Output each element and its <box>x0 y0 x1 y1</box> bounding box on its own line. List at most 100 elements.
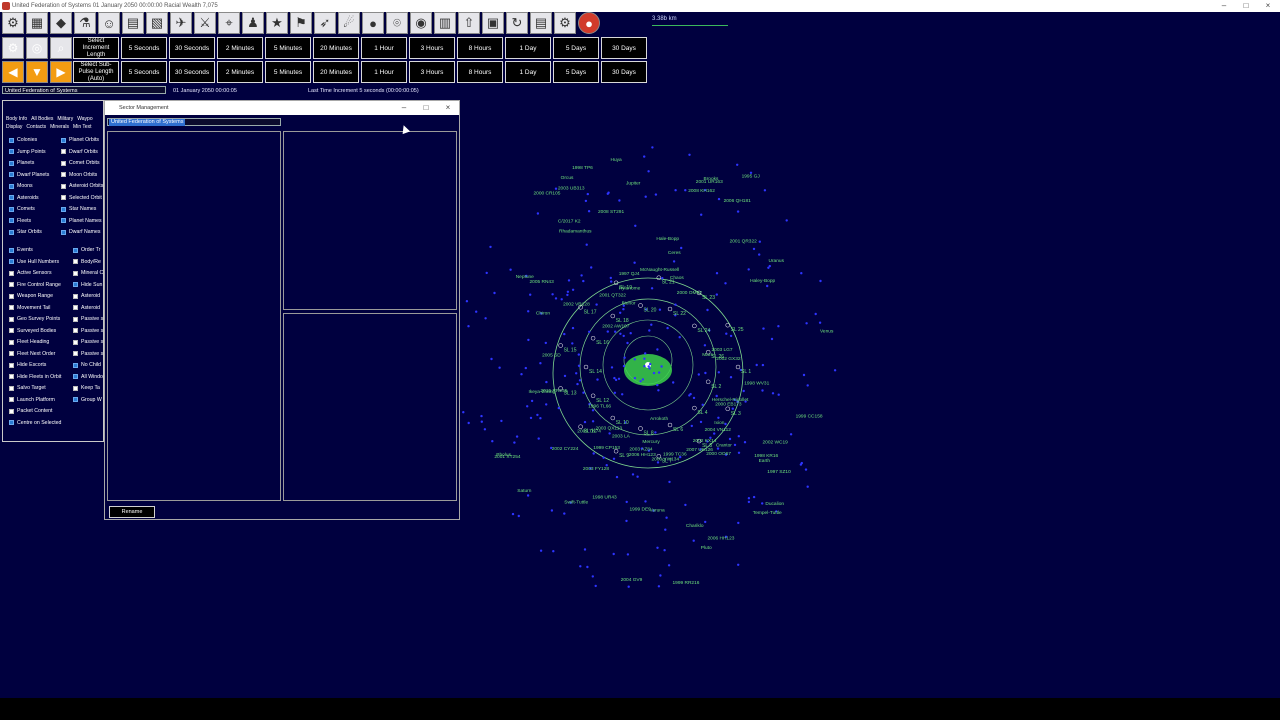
medal-icon[interactable]: ★ <box>266 12 288 34</box>
option-passive-s[interactable]: Passive s <box>73 351 103 357</box>
body-marker[interactable] <box>656 383 659 387</box>
option-group-w[interactable]: Group W <box>73 397 102 403</box>
subpulse-5-days-button[interactable]: 5 Days <box>553 61 599 83</box>
option-hide-escorts[interactable]: Hide Escorts <box>9 362 46 368</box>
body-marker[interactable] <box>660 365 663 368</box>
increment-1-hour-button[interactable]: 1 Hour <box>361 37 407 59</box>
body-marker[interactable] <box>595 303 598 306</box>
body-marker[interactable] <box>636 475 639 478</box>
body-marker[interactable] <box>539 417 542 420</box>
checkbox[interactable] <box>73 293 78 299</box>
increment-5-seconds-button[interactable]: 5 Seconds <box>121 37 167 59</box>
body-marker[interactable] <box>704 520 707 524</box>
option-dwarf-orbits[interactable]: Dwarf Orbits <box>61 149 98 155</box>
system-map[interactable]: SL 1SL 2SL 3SL 4SL 5SL 6SL 7SL 8SL 9SL 1… <box>460 120 860 610</box>
subpulse-20-minutes-button[interactable]: 20 Minutes <box>313 61 359 83</box>
option-asteroids[interactable]: Asteroids <box>9 195 39 201</box>
checkbox[interactable] <box>9 183 14 189</box>
checkbox[interactable] <box>9 408 14 414</box>
body-marker[interactable] <box>647 170 650 173</box>
body-marker[interactable] <box>626 341 629 345</box>
body-marker[interactable] <box>588 330 591 333</box>
body-marker[interactable] <box>585 243 588 246</box>
body-marker[interactable] <box>800 461 803 465</box>
stats-icon[interactable]: ▥ <box>434 12 456 34</box>
body-marker[interactable] <box>493 291 496 295</box>
dialog-maximize-icon[interactable]: □ <box>419 101 433 115</box>
body-marker[interactable] <box>575 372 578 375</box>
checkbox[interactable] <box>73 328 78 333</box>
option-order-tr[interactable]: Order Tr <box>73 247 100 253</box>
checkbox[interactable] <box>61 206 66 212</box>
body-marker[interactable] <box>747 500 751 504</box>
sector-details-list[interactable] <box>283 313 457 501</box>
option-centre-on-selected[interactable]: Centre on Selected <box>9 420 61 426</box>
checkbox[interactable] <box>9 229 14 235</box>
body-marker[interactable] <box>704 371 707 375</box>
checkbox[interactable] <box>9 374 14 379</box>
body-marker[interactable] <box>758 253 761 256</box>
checkbox[interactable] <box>9 362 14 368</box>
body-marker[interactable] <box>684 189 687 192</box>
subpulse-5-minutes-button[interactable]: 5 Minutes <box>265 61 311 83</box>
option-planet-orbits[interactable]: Planet Orbits <box>61 137 99 143</box>
body-marker[interactable] <box>545 403 548 406</box>
search-icon[interactable]: ⌕ <box>50 37 72 59</box>
option-mineral-c[interactable]: Mineral C <box>73 270 103 276</box>
body-marker[interactable] <box>634 224 637 227</box>
body-marker[interactable] <box>550 509 554 512</box>
sector-marker[interactable] <box>610 313 616 319</box>
option-use-hull-numbers[interactable]: Use Hull Numbers <box>9 259 59 265</box>
body-marker[interactable] <box>717 197 721 201</box>
body-marker[interactable] <box>544 341 547 345</box>
body-marker[interactable] <box>539 549 543 552</box>
sector-marker[interactable] <box>590 393 596 399</box>
body-marker[interactable] <box>583 420 587 424</box>
body-marker[interactable] <box>762 327 765 330</box>
checkbox[interactable] <box>9 328 14 333</box>
body-marker[interactable] <box>587 210 591 213</box>
checkbox[interactable] <box>73 259 78 264</box>
option-passive-s[interactable]: Passive s <box>73 328 103 334</box>
sector-marker[interactable] <box>638 426 643 431</box>
body-marker[interactable] <box>614 378 618 382</box>
body-marker[interactable] <box>758 240 761 243</box>
people-icon[interactable]: ☺ <box>98 12 120 34</box>
body-marker[interactable] <box>619 332 622 335</box>
body-marker[interactable] <box>668 480 671 484</box>
body-marker[interactable] <box>625 519 628 523</box>
sector-marker[interactable] <box>610 415 616 421</box>
body-marker[interactable] <box>667 564 671 567</box>
body-marker[interactable] <box>612 552 615 556</box>
close-icon[interactable]: × <box>1258 0 1278 12</box>
comet-icon[interactable]: ☄ <box>338 12 360 34</box>
sector-marker[interactable] <box>583 364 589 370</box>
body-marker[interactable] <box>666 326 669 330</box>
checkbox[interactable] <box>73 339 78 345</box>
down-icon[interactable]: ▼ <box>26 61 48 83</box>
checkbox[interactable] <box>9 160 14 166</box>
sector-race-select[interactable]: United Federation of Systems <box>107 118 281 126</box>
body-marker[interactable] <box>610 280 613 283</box>
body-marker[interactable] <box>728 437 732 441</box>
body-marker[interactable] <box>688 153 691 156</box>
subpulse-30-days-button[interactable]: 30 Days <box>601 61 647 83</box>
body-marker[interactable] <box>622 364 626 368</box>
checkbox[interactable] <box>61 218 66 223</box>
body-marker[interactable] <box>684 503 687 507</box>
body-marker[interactable] <box>715 272 719 275</box>
body-marker[interactable] <box>643 155 646 158</box>
checkbox[interactable] <box>9 351 14 356</box>
sector-marker[interactable] <box>578 424 583 429</box>
option-asteroid[interactable]: Asteroid <box>73 293 100 299</box>
body-marker[interactable] <box>566 293 569 297</box>
body-marker[interactable] <box>654 193 658 196</box>
sector-list[interactable] <box>107 131 281 501</box>
officer-icon[interactable]: ♟ <box>242 12 264 34</box>
body-marker[interactable] <box>641 378 645 381</box>
body-marker[interactable] <box>789 433 793 436</box>
option-moons[interactable]: Moons <box>9 183 33 189</box>
body-marker[interactable] <box>717 416 720 419</box>
body-marker[interactable] <box>596 378 599 381</box>
checkbox[interactable] <box>61 229 66 235</box>
